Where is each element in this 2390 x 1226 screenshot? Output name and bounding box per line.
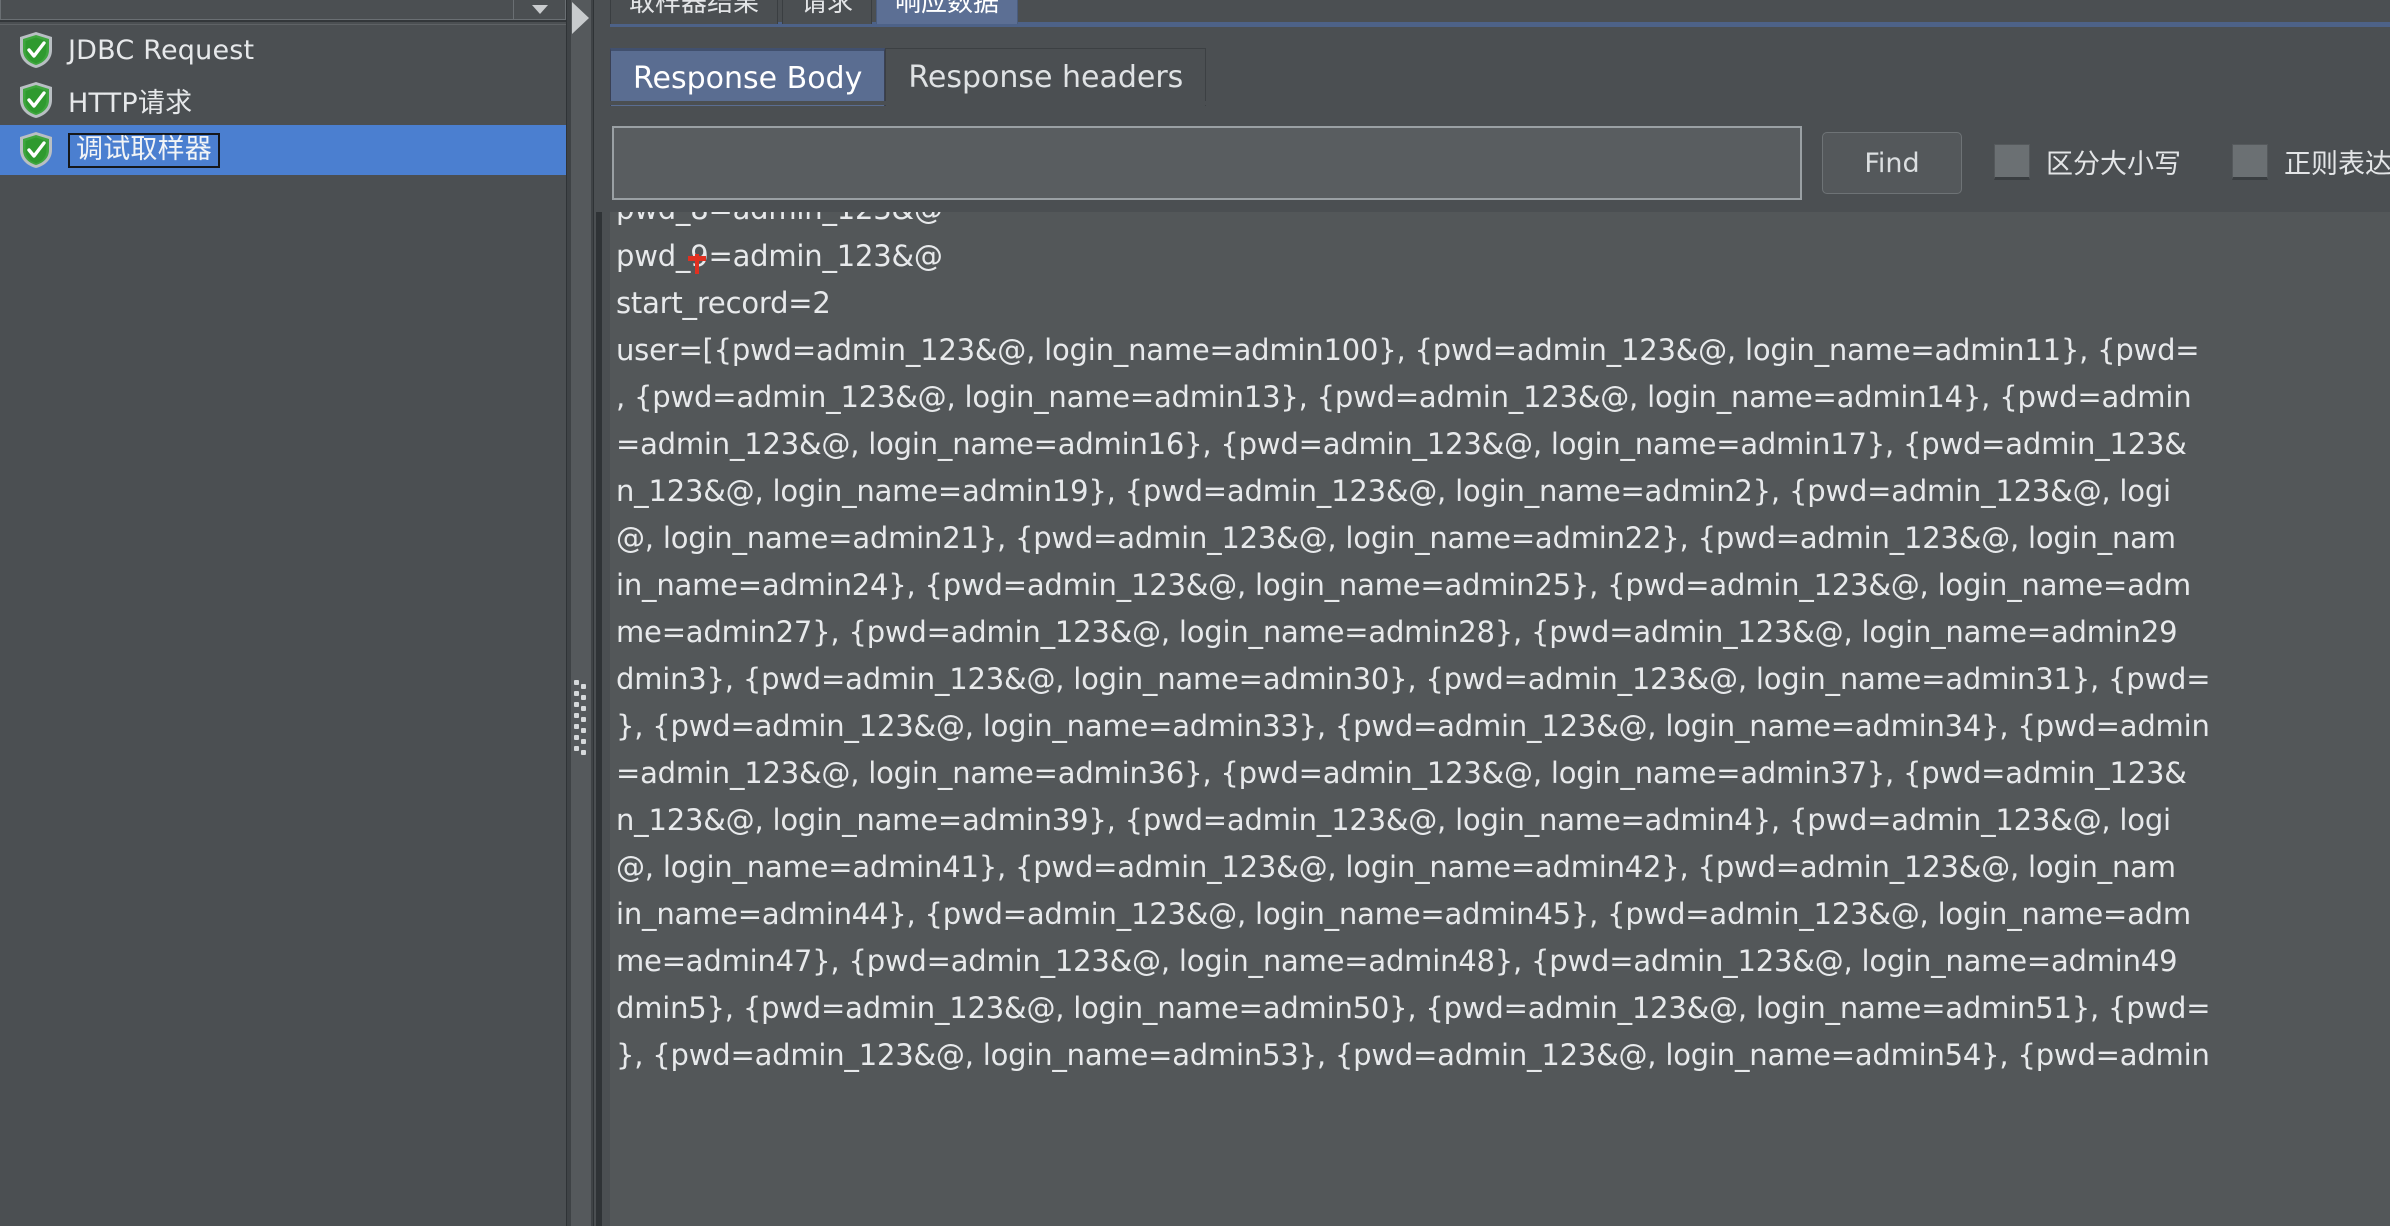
response-line: in_name=admin44}, {pwd=admin_123&@, logi… (616, 897, 2191, 931)
left-toolbar-strip (0, 0, 566, 22)
response-body-content: pwd_8=admin_123&@ pwd_9=admin_123&@ star… (610, 212, 2390, 1079)
tab-response-body[interactable]: Response Body (610, 48, 886, 106)
sampler-result-tabs[interactable]: 取样器结果 请求 响应数据 (610, 0, 1019, 24)
shield-check-icon (20, 132, 52, 168)
response-data-tabs[interactable]: Response Body Response headers (610, 44, 1207, 106)
response-line: pwd_9=admin_123&@ (616, 239, 943, 273)
tree-filter-combo[interactable] (0, 0, 514, 20)
response-body-text[interactable]: pwd_8=admin_123&@ pwd_9=admin_123&@ star… (610, 212, 2390, 1226)
response-line: dmin3}, {pwd=admin_123&@, login_name=adm… (616, 662, 2211, 696)
tree-item-label: HTTP请求 (68, 87, 193, 119)
tree-item-jdbc-request[interactable]: JDBC Request (0, 25, 566, 75)
response-line: in_name=admin24}, {pwd=admin_123&@, logi… (616, 568, 2191, 602)
splitter-grip-icon[interactable] (573, 680, 587, 768)
regex-checkbox[interactable] (2232, 143, 2268, 180)
find-bar: Find 区分大小写 正则表达式 (610, 126, 2390, 200)
response-line: n_123&@, login_name=admin19}, {pwd=admin… (616, 474, 2171, 508)
pane-splitter[interactable] (566, 0, 594, 1226)
response-line: @, login_name=admin41}, {pwd=admin_123&@… (616, 850, 2176, 884)
case-sensitive-label: 区分大小写 (2046, 149, 2181, 180)
triangle-right-icon[interactable] (572, 2, 589, 34)
tab-label: 请求 (801, 0, 854, 18)
response-line: n_123&@, login_name=admin39}, {pwd=admin… (616, 803, 2171, 837)
left-pane: JDBC Request HTTP请求 调试取样器 (0, 0, 566, 1226)
response-line: @, login_name=admin21}, {pwd=admin_123&@… (616, 521, 2176, 555)
inner-tabs-baseline (610, 101, 2390, 105)
response-line: dmin5}, {pwd=admin_123&@, login_name=adm… (616, 991, 2211, 1025)
tree-item-label: JDBC Request (68, 34, 255, 66)
response-line: =admin_123&@, login_name=admin16}, {pwd=… (616, 427, 2187, 461)
response-line: }, {pwd=admin_123&@, login_name=admin53}… (616, 1038, 2210, 1072)
pane-splitter-track (571, 0, 591, 1226)
regex-checkbox-wrap[interactable]: 正则表达式 (2232, 142, 2390, 181)
response-body-left-edge (596, 212, 602, 1226)
tab-label: Response Body (633, 61, 863, 96)
tab-response-headers[interactable]: Response headers (885, 48, 1207, 106)
response-line: , {pwd=admin_123&@, login_name=admin13},… (616, 380, 2192, 414)
chevron-down-icon (531, 5, 548, 14)
tab-label: 取样器结果 (629, 0, 760, 18)
response-line: me=admin47}, {pwd=admin_123&@, login_nam… (616, 944, 2178, 978)
tab-sampler-result[interactable]: 取样器结果 (610, 0, 779, 24)
tab-request[interactable]: 请求 (782, 0, 873, 24)
response-line: pwd_8=admin_123&@ (616, 212, 2390, 233)
right-pane: 取样器结果 请求 响应数据 Response Body Response hea… (596, 0, 2390, 1226)
response-line: }, {pwd=admin_123&@, login_name=admin33}… (616, 709, 2210, 743)
tree-filter-combo-arrow-button[interactable] (514, 0, 566, 20)
tab-label: 响应数据 (895, 0, 1000, 18)
tab-label: Response headers (908, 60, 1184, 95)
tab-response-data[interactable]: 响应数据 (876, 0, 1019, 24)
response-line: user=[{pwd=admin_123&@, login_name=admin… (616, 333, 2200, 367)
case-sensitive-checkbox-wrap[interactable]: 区分大小写 (1994, 142, 2181, 181)
shield-check-icon (20, 32, 52, 68)
test-plan-tree[interactable]: JDBC Request HTTP请求 调试取样器 (0, 24, 566, 1226)
case-sensitive-checkbox[interactable] (1994, 143, 2030, 180)
response-line: start_record=2 (616, 286, 831, 320)
regex-label: 正则表达式 (2284, 149, 2390, 180)
response-line: =admin_123&@, login_name=admin36}, {pwd=… (616, 756, 2187, 790)
find-button[interactable]: Find (1822, 132, 1962, 194)
response-line: me=admin27}, {pwd=admin_123&@, login_nam… (616, 615, 2178, 649)
tree-item-http-request[interactable]: HTTP请求 (0, 75, 566, 125)
shield-check-icon (20, 82, 52, 118)
search-input[interactable] (612, 126, 1802, 200)
jmeter-window: JDBC Request HTTP请求 调试取样器 取样器结果 请求 响应数据 … (0, 0, 2390, 1226)
tree-item-label: 调试取样器 (68, 132, 220, 168)
tree-item-debug-sampler[interactable]: 调试取样器 (0, 125, 566, 175)
